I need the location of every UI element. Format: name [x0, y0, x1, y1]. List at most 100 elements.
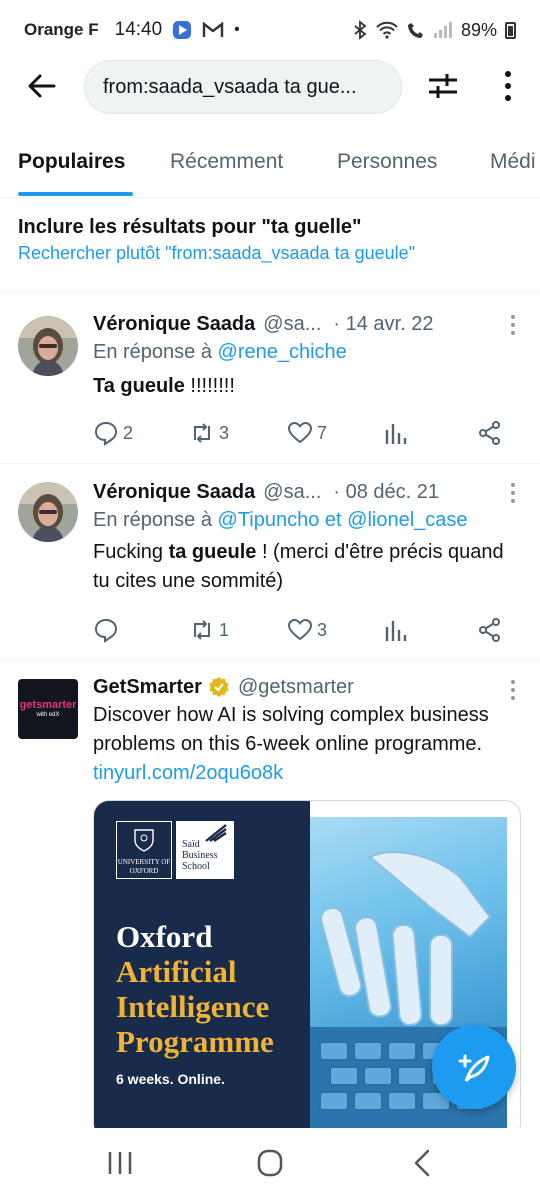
tweet-header: Véronique Saada @sa... · 14 avr. 22 — [93, 310, 518, 338]
more-options-icon[interactable] — [496, 68, 520, 104]
gmail-icon — [202, 21, 224, 37]
reply-mention[interactable]: @rene_chiche — [218, 341, 347, 363]
author-handle[interactable]: @sa... — [263, 478, 321, 506]
battery-icon — [505, 21, 516, 39]
tab-personnes[interactable]: Personnes — [337, 150, 437, 174]
compose-tweet-button[interactable] — [432, 1025, 516, 1109]
views-button[interactable] — [383, 418, 409, 448]
said-logo-text: Saïd Business School — [182, 839, 218, 872]
retweet-count: 1 — [219, 619, 230, 640]
clock: 14:40 — [114, 19, 163, 40]
back-nav-icon[interactable] — [404, 1148, 444, 1178]
tab-medias[interactable]: Médi — [490, 150, 536, 174]
reply-button[interactable]: 2 — [93, 418, 133, 448]
filter-settings-icon[interactable] — [426, 70, 460, 102]
share-button[interactable] — [477, 418, 503, 448]
status-bar: Orange F 14:40 • 89% — [0, 0, 540, 60]
retweet-button[interactable]: 3 — [189, 418, 229, 448]
tweet[interactable]: Véronique Saada @sa... · 14 avr. 22 En r… — [0, 292, 540, 464]
promo-title-line: Artificial — [116, 954, 237, 989]
verified-badge-icon — [209, 677, 229, 697]
author-handle[interactable]: @sa... — [263, 310, 321, 338]
reply-context: En réponse à @rene_chiche — [93, 338, 518, 366]
bluetooth-icon — [354, 20, 367, 40]
oxford-logo: UNIVERSITY OF OXFORD — [116, 821, 172, 879]
reply-button[interactable] — [93, 615, 123, 645]
retweet-icon — [194, 620, 210, 640]
tweet-link[interactable]: tinyurl.com/2oqu6o8k — [93, 762, 283, 784]
compose-feather-icon — [458, 1054, 490, 1083]
tab-recemment[interactable]: Récemment — [170, 150, 283, 174]
share-icon — [479, 618, 500, 642]
tweet-date[interactable]: · 14 avr. 22 — [333, 310, 433, 338]
reply-join: et — [319, 509, 348, 531]
analytics-icon — [385, 621, 407, 641]
tweet-text: Discover how AI is solving complex busin… — [93, 701, 518, 788]
search-instead-link[interactable]: Rechercher plutôt "from:saada_vsaada ta … — [18, 240, 522, 266]
promo-panel: UNIVERSITY OF OXFORD Saïd Business Schoo… — [94, 801, 310, 1139]
author-name[interactable]: GetSmarter — [93, 673, 202, 701]
like-count: 3 — [317, 619, 328, 640]
views-button[interactable] — [383, 615, 409, 645]
heart-icon — [287, 618, 313, 641]
carrier-label: Orange F — [24, 20, 99, 39]
promo-title-line: Intelligence — [116, 989, 270, 1024]
oxford-logo-text: UNIVERSITY OF OXFORD — [117, 858, 171, 875]
analytics-icon — [385, 424, 407, 444]
promo-title-line: Programme — [116, 1024, 274, 1059]
tweet-date[interactable]: · 08 déc. 21 — [333, 478, 439, 506]
retweet-button[interactable]: 1 — [189, 615, 229, 645]
like-count: 7 — [317, 422, 328, 443]
search-header: from:saada_vsaada ta gue... — [0, 58, 540, 114]
like-button[interactable]: 7 — [287, 418, 327, 448]
reply-context: En réponse à @Tipuncho et @lionel_case — [93, 506, 518, 534]
author-handle[interactable]: @getsmarter — [238, 673, 354, 701]
search-tabs: Populaires Récemment Personnes Médi — [0, 136, 540, 198]
home-icon[interactable] — [250, 1148, 290, 1178]
spelling-suggestion: Inclure les résultats pour "ta guelle" R… — [0, 198, 540, 292]
retweet-icon — [194, 423, 210, 443]
tweet[interactable]: Véronique Saada @sa... · 08 déc. 21 En r… — [0, 464, 540, 661]
status-right: 89% — [353, 20, 516, 41]
tweet-more-icon[interactable] — [510, 314, 516, 336]
share-icon — [479, 421, 500, 445]
status-left: Orange F 14:40 • — [24, 19, 240, 41]
share-button[interactable] — [477, 615, 503, 645]
tweet-header: Véronique Saada @sa... · 08 déc. 21 — [93, 478, 518, 506]
like-button[interactable]: 3 — [287, 615, 327, 645]
reply-prefix: En réponse à — [93, 509, 218, 531]
reply-mention[interactable]: @Tipuncho — [218, 509, 320, 531]
search-input[interactable]: from:saada_vsaada ta gue... — [84, 60, 402, 114]
promo-title: Oxford Artificial Intelligence Programme — [116, 919, 274, 1059]
back-arrow-icon[interactable] — [26, 70, 58, 102]
active-tab-indicator — [18, 192, 133, 196]
said-business-school-logo: Saïd Business School — [176, 821, 234, 879]
spelling-title: Inclure les résultats pour "ta guelle" — [18, 216, 362, 238]
tweet-more-icon[interactable] — [510, 482, 516, 504]
said-mark-icon — [205, 824, 227, 842]
signal-icon — [433, 22, 452, 38]
tweet-text-start: Fucking — [93, 541, 169, 563]
tab-populaires[interactable]: Populaires — [18, 150, 125, 174]
retweet-count: 3 — [219, 422, 230, 443]
tweet-more-icon[interactable] — [510, 679, 516, 701]
tweet-text-body: Discover how AI is solving complex busin… — [93, 704, 489, 755]
more-notifications-dot: • — [234, 21, 240, 38]
wifi-icon — [376, 21, 398, 39]
promo-title-line: Oxford — [116, 919, 213, 954]
author-name[interactable]: Véronique Saada — [93, 478, 255, 506]
tweet-actions: 2 3 7 — [93, 418, 518, 448]
android-nav-bar — [0, 1128, 540, 1200]
avatar[interactable]: getsmarter with edX — [18, 679, 78, 739]
reply-icon — [94, 618, 118, 643]
avatar[interactable] — [18, 482, 78, 542]
reply-icon — [94, 421, 118, 446]
recent-apps-icon[interactable] — [100, 1148, 140, 1178]
avatar[interactable] — [18, 316, 78, 376]
search-query: from:saada_vsaada ta gue... — [103, 75, 357, 98]
reply-mention[interactable]: @lionel_case — [347, 509, 467, 531]
call-icon — [407, 23, 423, 38]
tweet-text: Ta gueule !!!!!!!! — [93, 372, 518, 401]
reply-prefix: En réponse à — [93, 341, 218, 363]
author-name[interactable]: Véronique Saada — [93, 310, 255, 338]
